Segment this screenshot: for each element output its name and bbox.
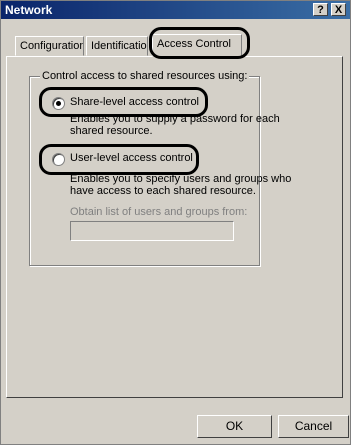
- title-bar: Network ? X: [1, 1, 350, 19]
- obtain-list-label: Obtain list of users and groups from:: [70, 206, 248, 218]
- user-level-callout: [39, 144, 199, 175]
- help-button[interactable]: ?: [313, 3, 328, 16]
- close-button[interactable]: X: [331, 3, 346, 16]
- tab-identification[interactable]: Identification: [86, 36, 148, 56]
- cancel-button[interactable]: Cancel: [278, 415, 349, 438]
- obtain-list-input[interactable]: [70, 221, 234, 241]
- ok-button[interactable]: OK: [197, 415, 272, 438]
- window-title: Network: [5, 3, 53, 17]
- tab-configuration[interactable]: Configuration: [15, 36, 84, 56]
- access-control-tab-callout: [149, 27, 250, 59]
- share-level-callout: [39, 87, 208, 117]
- user-level-description: Enables you to specify users and groups …: [70, 173, 292, 197]
- groupbox-legend: Control access to shared resources using…: [40, 70, 250, 82]
